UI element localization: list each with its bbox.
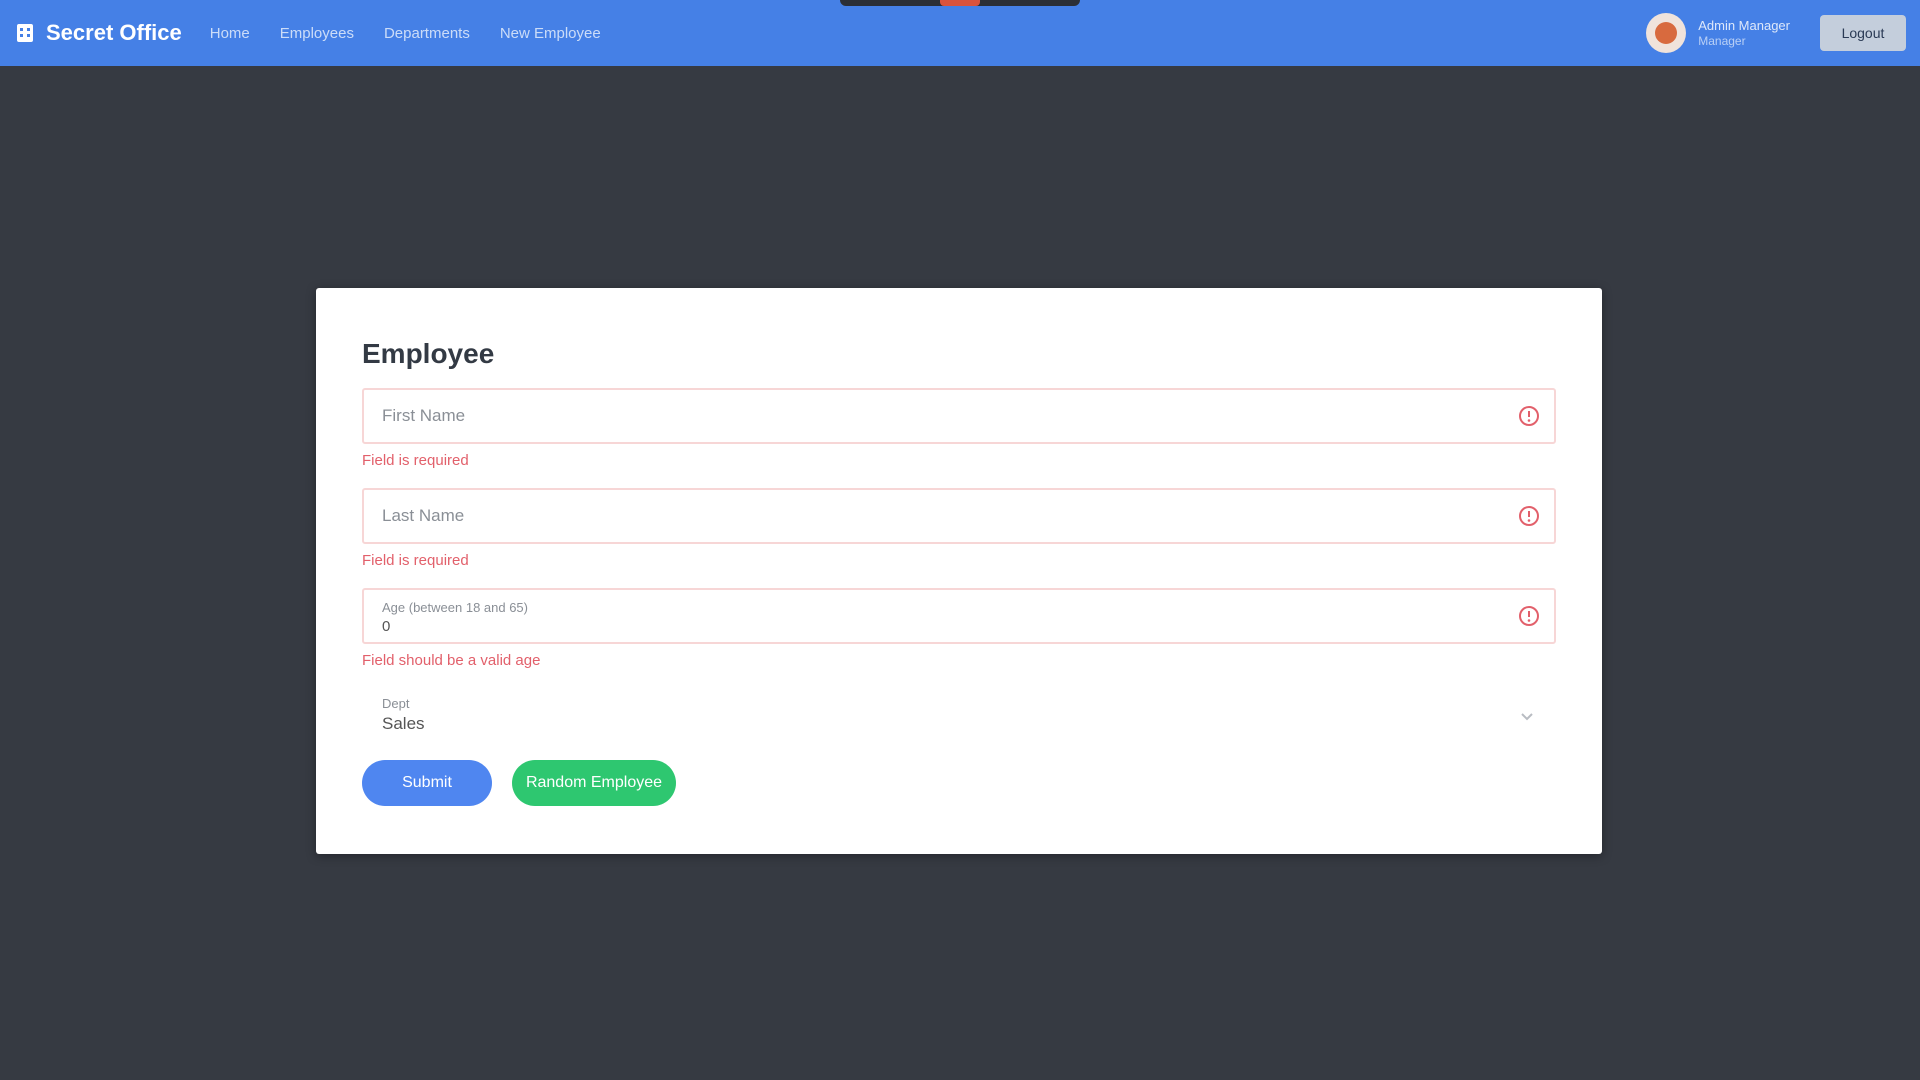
dept-label: Dept [382, 696, 410, 711]
user-role: Manager [1698, 34, 1746, 48]
error-icon [1518, 505, 1540, 527]
error-icon [1518, 405, 1540, 427]
error-icon [1518, 605, 1540, 627]
user-info: Admin Manager Manager [1698, 18, 1790, 48]
first-name-group: Field is required [362, 388, 1556, 469]
dept-select[interactable]: Dept Sales [362, 688, 1556, 744]
last-name-group: Field is required [362, 488, 1556, 569]
logout-button[interactable]: Logout [1820, 15, 1906, 51]
office-icon [14, 22, 36, 44]
last-name-input[interactable] [364, 490, 1554, 542]
age-label: Age (between 18 and 65) [382, 600, 528, 615]
dept-group: Dept Sales [362, 688, 1556, 744]
first-name-field-box [362, 388, 1556, 444]
nav-item-departments[interactable]: Departments [384, 25, 470, 42]
age-error: Field should be a valid age [362, 652, 541, 669]
top-navbar: Secret Office Home Employees Departments… [0, 0, 1920, 66]
user-area: Admin Manager Manager Logout [1646, 0, 1906, 66]
brand-name: Secret Office [46, 20, 182, 45]
user-name: Admin Manager [1698, 18, 1790, 33]
employee-form-card: Employee Field is required [316, 288, 1602, 854]
dept-value: Sales [382, 714, 425, 733]
last-name-error: Field is required [362, 552, 469, 569]
age-group: Age (between 18 and 65) 0 Field should b… [362, 588, 1556, 669]
age-input[interactable]: 0 [382, 618, 390, 635]
random-employee-button[interactable]: Random Employee [512, 760, 676, 806]
submit-button[interactable]: Submit [362, 760, 492, 806]
main-nav: Home Employees Departments New Employee [210, 25, 631, 42]
form-title: Employee [362, 338, 495, 369]
first-name-input[interactable] [364, 390, 1554, 442]
chevron-down-icon [1518, 707, 1536, 725]
recording-dot [940, 0, 980, 6]
avatar-image [1655, 22, 1678, 44]
nav-item-home[interactable]: Home [210, 25, 250, 42]
nav-item-employees[interactable]: Employees [280, 25, 354, 42]
age-field-box[interactable]: Age (between 18 and 65) 0 [362, 588, 1556, 644]
recording-indicator [840, 0, 1080, 6]
last-name-field-box [362, 488, 1556, 544]
avatar[interactable] [1646, 13, 1687, 53]
first-name-error: Field is required [362, 452, 469, 469]
nav-item-new-employee[interactable]: New Employee [500, 25, 601, 42]
brand[interactable]: Secret Office [14, 20, 182, 46]
